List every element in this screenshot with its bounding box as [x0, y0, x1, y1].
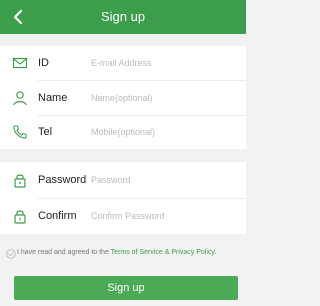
mobile-field[interactable]: [91, 123, 221, 141]
name-field[interactable]: [91, 89, 221, 107]
password-field[interactable]: [91, 171, 221, 189]
email-field[interactable]: [91, 54, 221, 72]
name-label: Name: [38, 92, 68, 104]
page-title: Sign up: [100, 9, 146, 24]
top-bar: Sign up: [0, 0, 246, 34]
confirm-row: Confirm: [0, 199, 246, 233]
name-row: Name: [0, 81, 246, 115]
account-info-group: ID Name Tel: [0, 46, 246, 149]
check-circle-icon[interactable]: [6, 249, 16, 259]
phone-icon: [13, 125, 27, 139]
terms-link[interactable]: Terms of Service & Privacy Policy.: [111, 249, 217, 256]
tel-label: Tel: [38, 126, 53, 138]
lock-icon: [14, 210, 26, 224]
id-row: ID: [0, 46, 246, 80]
person-icon: [13, 91, 27, 106]
tel-row: Tel: [0, 115, 246, 149]
terms-text: I have read and agreed to the Terms of S…: [17, 248, 242, 257]
password-group: Password Confirm: [0, 162, 246, 234]
terms-prefix: I have read and agreed to the: [17, 249, 111, 256]
confirm-password-field[interactable]: [91, 207, 221, 225]
id-label: ID: [38, 57, 49, 69]
password-row: Password: [0, 163, 246, 197]
envelope-icon: [12, 57, 28, 69]
sign-up-button[interactable]: Sign up: [14, 276, 238, 300]
confirm-label: Confirm: [38, 210, 77, 222]
lock-icon: [14, 174, 26, 188]
password-label: Password: [38, 174, 87, 186]
